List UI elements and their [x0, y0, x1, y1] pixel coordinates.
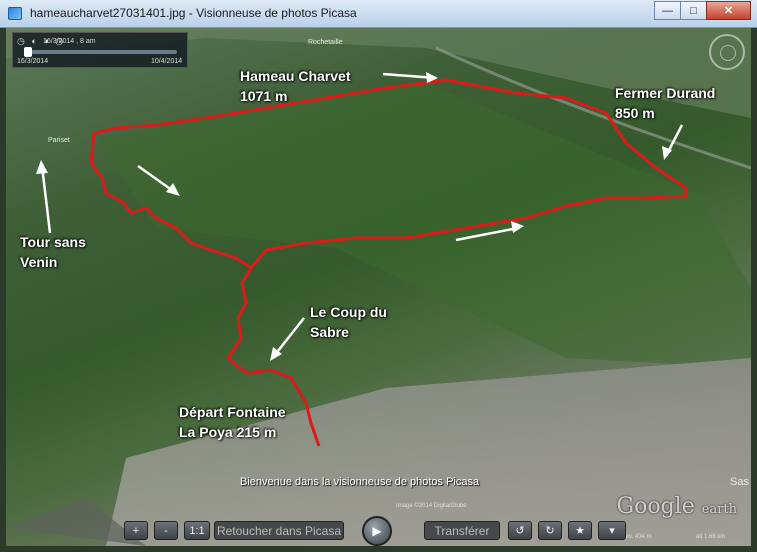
zoom-in-button[interactable]: + — [124, 521, 148, 540]
arrow-coup — [273, 317, 305, 357]
watermark-earth: earth — [701, 502, 737, 517]
title-bar[interactable]: hameaucharvet27031401.jpg - Visionneuse … — [0, 0, 757, 28]
label-tour-sans-venin: Tour sans Venin — [20, 234, 86, 270]
forest-massif — [96, 83, 751, 368]
label-hameau-charvet: Hameau Charvet 1071 m — [240, 68, 351, 104]
welcome-message: Bienvenue dans la visionneuse de photos … — [240, 476, 480, 488]
maximize-button[interactable]: □ — [680, 1, 707, 20]
time-slider-panel[interactable]: ◷ ◐ ◑ ◷ 16/3/2014 , 8 am 16/3/2014 10/4/… — [12, 32, 188, 68]
window-title: hameaucharvet27031401.jpg - Visionneuse … — [30, 6, 357, 20]
label-fermer-durand: Fermer Durand 850 m — [615, 85, 716, 121]
navigation-compass-icon[interactable] — [709, 34, 745, 70]
rotate-right-icon[interactable]: ↻ — [538, 521, 562, 540]
rotate-left-icon[interactable]: ↺ — [508, 521, 532, 540]
arrow-tour — [40, 165, 52, 234]
arrow-head-tour — [36, 160, 48, 174]
place-sassenage: Sas — [730, 476, 749, 488]
time-slider-handle[interactable] — [24, 47, 32, 57]
place-rochetaille: Rochetaille — [308, 39, 343, 46]
star-icon[interactable]: ★ — [568, 521, 592, 540]
time-end: 10/4/2014 — [151, 58, 183, 65]
minimize-button[interactable]: — — [654, 1, 681, 20]
retouch-in-picasa-button[interactable]: Retoucher dans Picasa — [214, 521, 344, 540]
place-pariset: Pariset — [48, 137, 70, 144]
label-coup-du-sabre: Le Coup du Sabre — [310, 304, 387, 340]
picasa-toolbar: + - 1:1 Retoucher dans Picasa ▶ Transfér… — [124, 516, 636, 546]
time-start: 16/3/2014 — [17, 58, 49, 65]
picasa-photo-viewer-window: hameaucharvet27031401.jpg - Visionneuse … — [0, 0, 757, 552]
transfer-button[interactable]: Transférer — [424, 521, 500, 540]
label-depart-fontaine: Départ Fontaine La Poya 215 m — [179, 404, 286, 440]
picasa-app-icon — [8, 7, 22, 20]
time-current: 16/3/2014 , 8 am — [43, 38, 96, 45]
more-options-icon[interactable]: ▾ — [598, 521, 626, 540]
close-button[interactable]: ✕ — [706, 1, 751, 20]
photo-viewer: Pariset Rochetaille Sas ◷ ◐ ◑ ◷ 16/3/201… — [6, 28, 751, 546]
eye-altitude-readout: alt 1.68 km — [696, 534, 726, 540]
actual-size-button[interactable]: 1:1 — [184, 521, 210, 540]
slideshow-play-button[interactable]: ▶ — [362, 516, 392, 546]
zoom-out-button[interactable]: - — [154, 521, 178, 540]
time-slider-track[interactable] — [24, 47, 177, 57]
imagery-credit: Image ©2014 DigitalGlobe — [396, 503, 467, 509]
window-controls: — □ ✕ — [654, 1, 751, 20]
